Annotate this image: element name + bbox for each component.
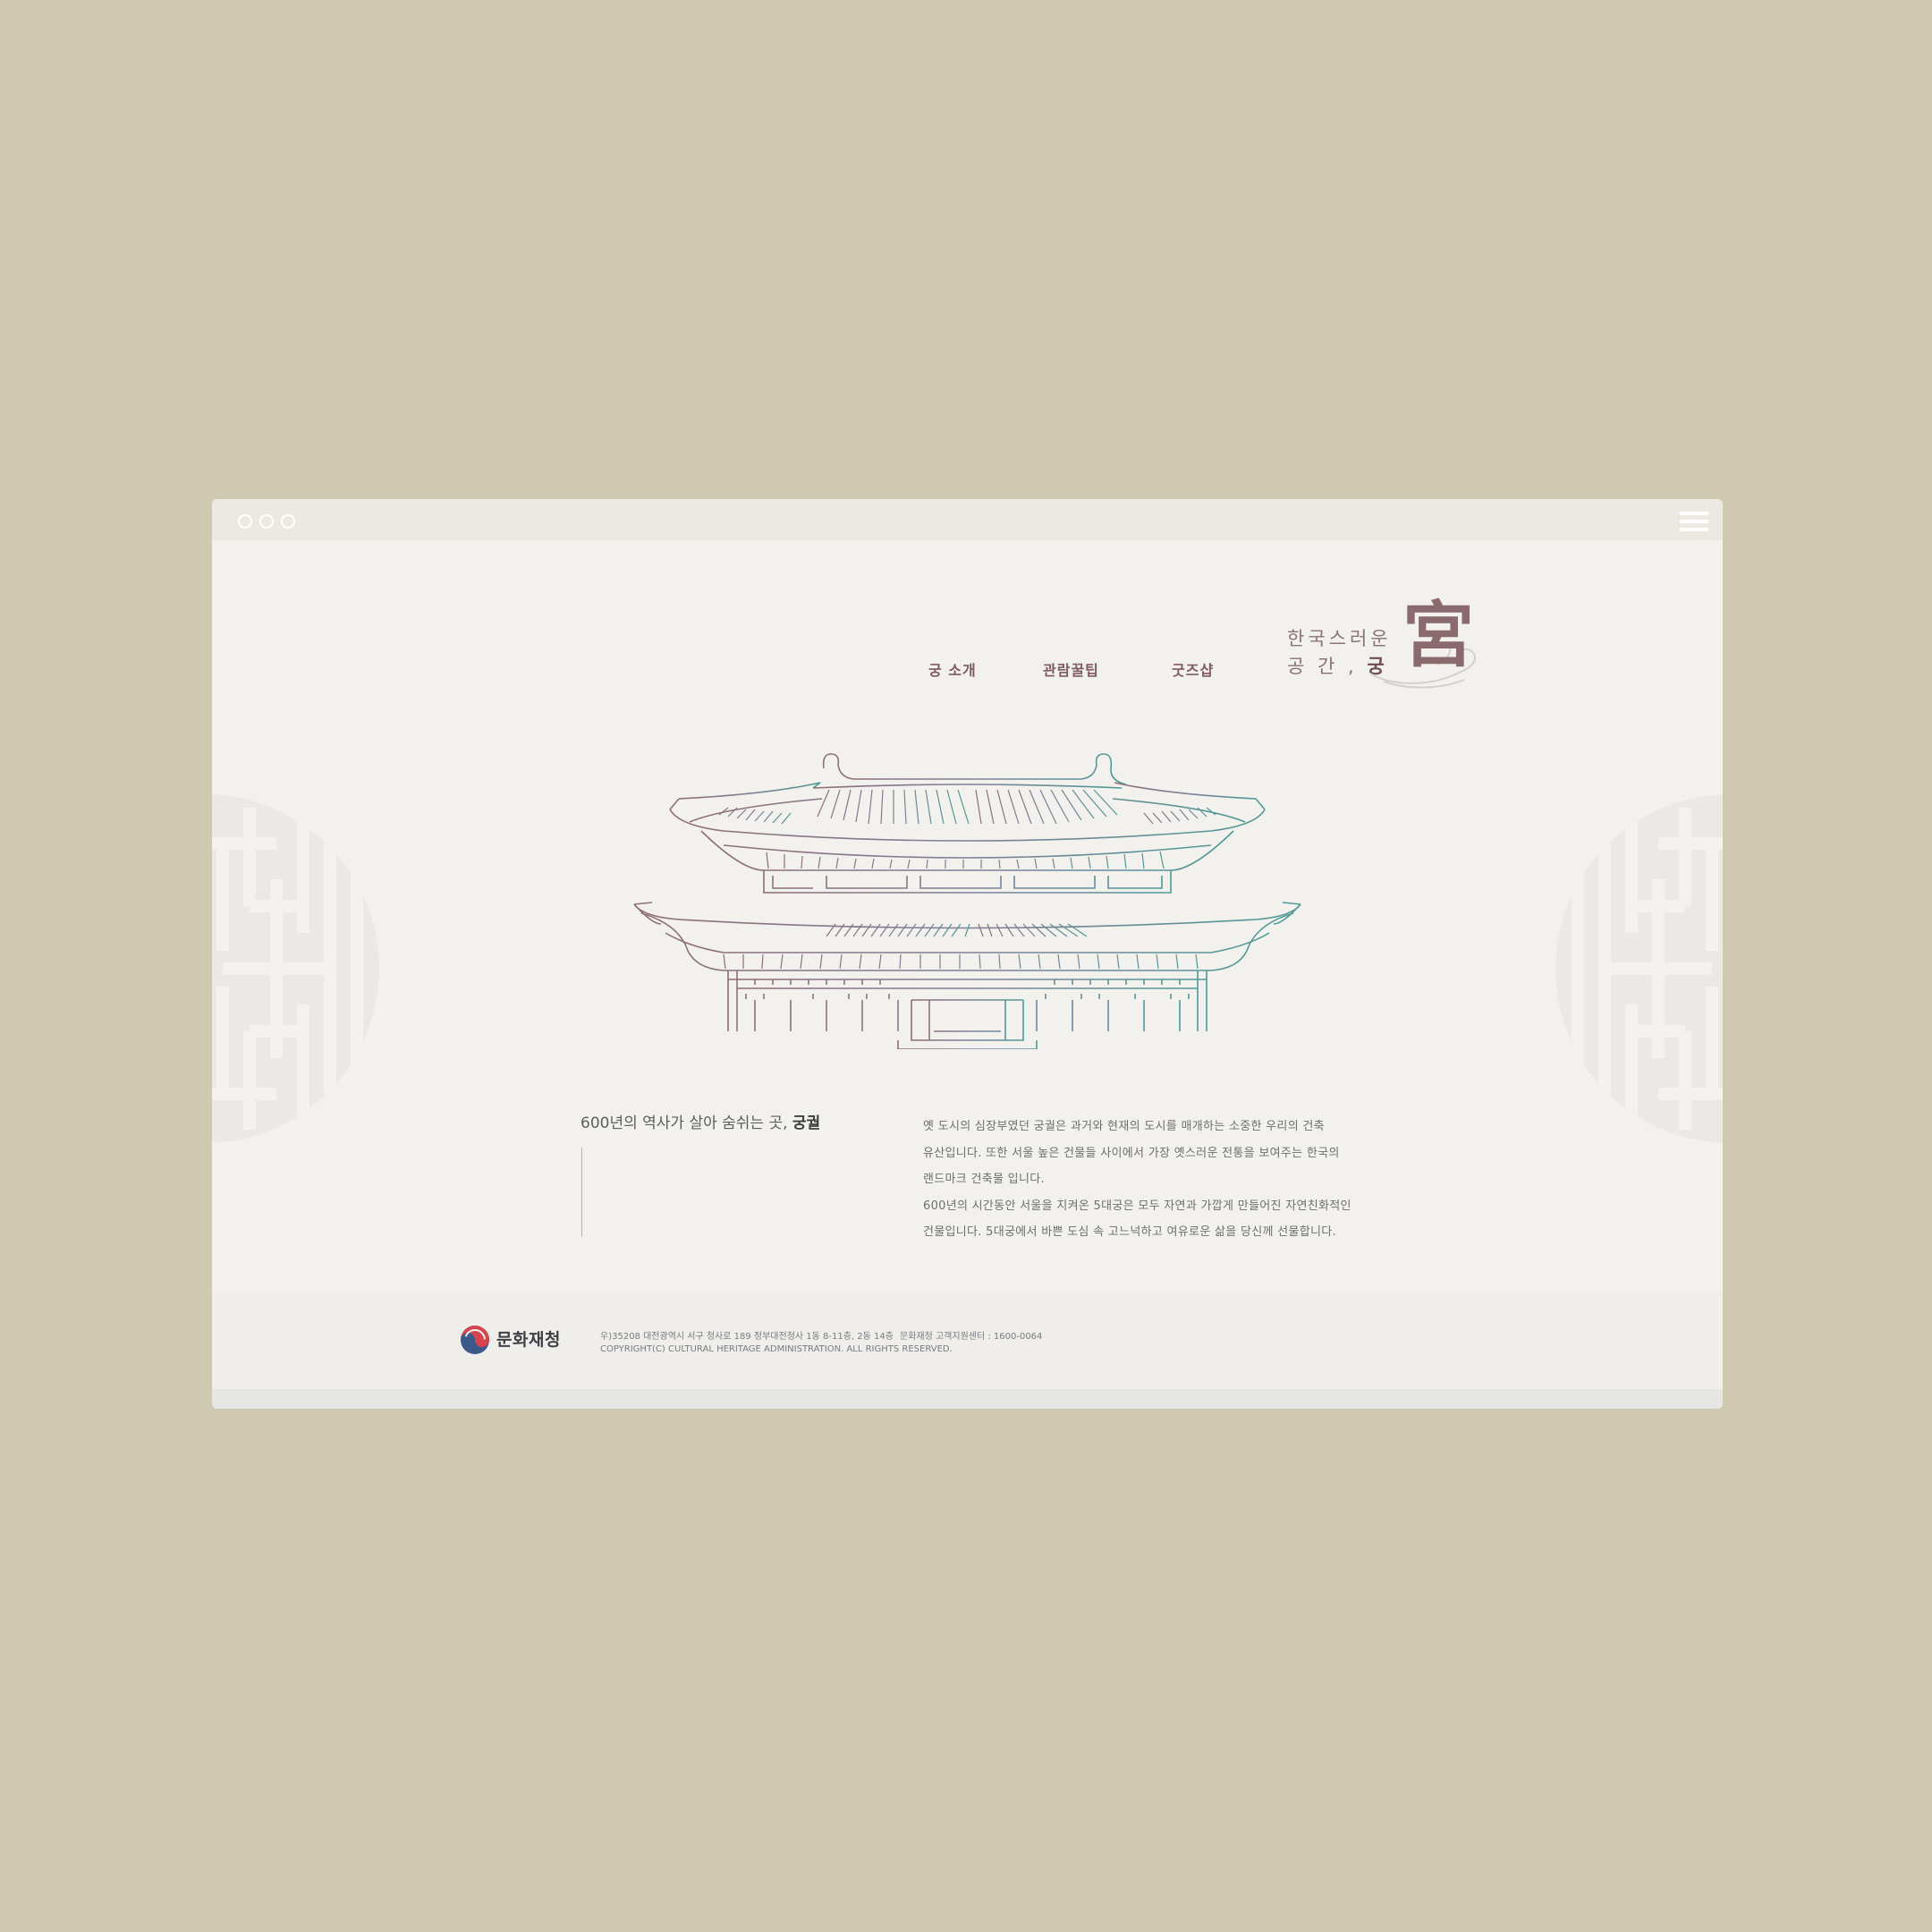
logo-hanja: 宮	[1402, 593, 1474, 677]
window-bottom-bar	[212, 1389, 1723, 1409]
intro-paragraph-line: 옛 도시의 심장부였던 궁궐은 과거와 현재의 도시를 매개하는 소중한 우리의…	[923, 1120, 1325, 1133]
nav-item-visit-tips[interactable]: 관람꿀팁	[1043, 658, 1099, 680]
intro-headline: 600년의 역사가 살아 숨쉬는 곳, 궁궐	[580, 1114, 821, 1132]
footer-address: 우)35208 대전광역시 서구 청사로 189 정부대전청사 1동 8-11층…	[600, 1332, 894, 1342]
palace-line-illustration	[545, 753, 1390, 1049]
right-lattice-medallion-icon	[1555, 794, 1723, 1143]
intro-divider	[581, 1148, 582, 1237]
window-control-close-icon[interactable]	[238, 514, 252, 529]
left-lattice-medallion-icon	[212, 794, 379, 1143]
taegeuk-logo-icon[interactable]	[460, 1325, 490, 1355]
window-control-minimize-icon[interactable]	[259, 514, 274, 529]
browser-window: 궁 소개 관람꿀팁 굿즈샵 한국스러운 공 간 , 궁 宮 600년의 역사가 …	[212, 499, 1723, 1409]
intro-paragraph-line: 유산입니다. 또한 서울 높은 건물들 사이에서 가장 옛스러운 전통을 보여주…	[923, 1147, 1340, 1160]
window-titlebar	[212, 499, 1723, 540]
nav-item-goods-shop[interactable]: 굿즈샵	[1172, 658, 1214, 680]
footer-contact: 문화재청 고객지원센터 : 1600-0064	[900, 1332, 1043, 1342]
intro-headline-bold: 궁궐	[792, 1114, 821, 1132]
footer-copyright: COPYRIGHT(C) CULTURAL HERITAGE ADMINISTR…	[600, 1344, 953, 1354]
intro-paragraph-line: 랜드마크 건축물 입니다.	[923, 1173, 1045, 1186]
intro-paragraph-line: 건물입니다. 5대궁에서 바쁜 도심 속 고느넉하고 여유로운 삶을 당신께 선…	[923, 1225, 1336, 1239]
nav-item-palace-intro[interactable]: 궁 소개	[928, 658, 977, 680]
hamburger-menu-icon[interactable]	[1680, 512, 1708, 531]
footer-org-name[interactable]: 문화재청	[496, 1326, 561, 1351]
intro-paragraph-line: 600년의 시간동안 서울을 지켜온 5대궁은 모두 자연과 가깝게 만들어진 …	[923, 1199, 1352, 1213]
window-control-maximize-icon[interactable]	[281, 514, 295, 529]
